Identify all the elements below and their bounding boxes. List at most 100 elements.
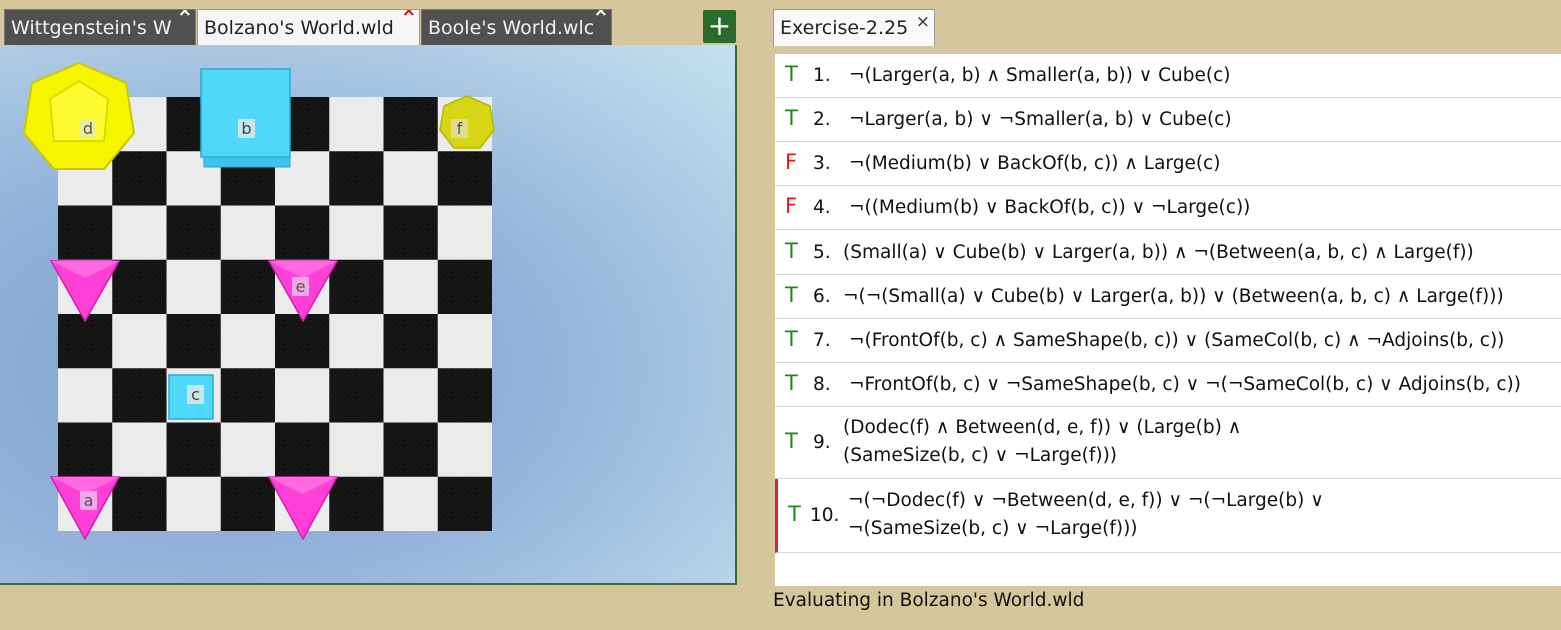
dodec-d[interactable]: d [22, 61, 136, 175]
board-square[interactable] [329, 97, 384, 152]
board-square[interactable] [166, 205, 222, 261]
cube-c[interactable]: c [168, 374, 216, 422]
sentence-row[interactable]: F 4. ¬((Medium(b) ∨ BackOf(b, c)) ∨ ¬Large… [775, 186, 1561, 230]
sentence-row[interactable]: T 2. ¬Larger(a, b) ∨ ¬Smaller(a, b) ∨ Cube… [775, 98, 1561, 142]
board-square[interactable] [383, 205, 439, 261]
board-square[interactable] [275, 368, 330, 423]
board-square[interactable] [275, 422, 330, 478]
sentence-text[interactable]: ¬Larger(a, b) ∨ ¬Smaller(a, b) ∨ Cube(c) [849, 109, 1232, 130]
board-square[interactable] [220, 205, 276, 261]
board-square[interactable] [329, 151, 384, 206]
tet-unlabeled-1[interactable] [50, 260, 120, 322]
truth-value-indicator: T [785, 371, 798, 395]
board-square[interactable] [275, 205, 330, 261]
board-square[interactable] [275, 314, 330, 369]
board-square[interactable] [166, 422, 222, 478]
object-label-b: b [241, 119, 251, 138]
board-square[interactable] [166, 259, 222, 315]
sentence-number: 1. [813, 65, 831, 86]
dodec-f[interactable]: f [438, 94, 496, 152]
object-label-d: d [83, 119, 93, 138]
tet-a[interactable]: a [50, 476, 120, 540]
board-square[interactable] [58, 368, 113, 423]
board-square[interactable] [383, 259, 439, 315]
board-square[interactable] [220, 368, 276, 423]
object-label-c: c [191, 385, 200, 404]
sentence-text[interactable]: ¬(SameSize(b, c) ∨ ¬Large(f))) [848, 518, 1138, 539]
sentence-text[interactable]: (Small(a) ∨ Cube(b) ∨ Larger(a, b)) ∧ ¬(… [843, 242, 1474, 263]
sentence-number: 9. [813, 432, 831, 453]
sentence-text[interactable]: (Dodec(f) ∧ Between(d, e, f)) ∨ (Large(b… [843, 417, 1241, 438]
sentence-row[interactable]: T 5. (Small(a) ∨ Cube(b) ∨ Larger(a, b)) ∧… [775, 230, 1561, 275]
board-square[interactable] [112, 368, 167, 423]
board-square[interactable] [329, 422, 384, 478]
board-square[interactable] [383, 422, 439, 478]
sentence-row[interactable]: T 7. ¬(FrontOf(b, c) ∧ SameShape(b, c)) ∨ … [775, 319, 1561, 363]
add-world-button[interactable]: + [703, 10, 736, 43]
board-square[interactable] [437, 314, 492, 369]
board-square[interactable] [112, 259, 167, 315]
truth-value-indicator: T [785, 283, 798, 307]
board-square[interactable] [437, 259, 492, 315]
board-square[interactable] [383, 314, 439, 369]
sentence-text[interactable]: ¬((Medium(b) ∨ BackOf(b, c)) ∨ ¬Large(c)… [849, 197, 1250, 218]
tab-wittgensteins-world[interactable]: Wittgenstein's W × [4, 9, 196, 45]
board-square[interactable] [383, 97, 439, 152]
board-square[interactable] [383, 368, 439, 423]
sentence-number: 8. [813, 374, 831, 395]
world-view[interactable]: d b f e c a [0, 45, 737, 585]
truth-value-indicator: T [785, 106, 798, 130]
tab-label: Wittgenstein's W [11, 17, 172, 39]
sentence-text[interactable]: (SameSize(b, c) ∨ ¬Large(f))) [843, 445, 1117, 466]
sentence-number: 3. [813, 153, 831, 174]
sentence-row[interactable]: T 6. ¬(¬(Small(a) ∨ Cube(b) ∨ Larger(a, b)… [775, 275, 1561, 319]
close-icon[interactable]: × [594, 10, 608, 21]
board-square[interactable] [383, 151, 439, 206]
board-square[interactable] [220, 422, 276, 478]
board-square[interactable] [58, 422, 113, 478]
board-square[interactable] [112, 314, 167, 369]
tet-unlabeled-2[interactable] [268, 476, 338, 540]
close-icon[interactable]: × [402, 10, 416, 21]
board-square[interactable] [220, 314, 276, 369]
board-square[interactable] [112, 422, 167, 478]
sentence-text[interactable]: ¬(FrontOf(b, c) ∧ SameShape(b, c)) ∨ (Sa… [849, 330, 1504, 351]
truth-value-indicator: T [785, 327, 798, 351]
world-tab-bar: Wittgenstein's W × Bolzano's World.wld ×… [0, 9, 740, 46]
board-square[interactable] [329, 314, 384, 369]
board-square[interactable] [437, 151, 492, 206]
board-square[interactable] [437, 476, 492, 531]
sentence-row[interactable]: T 10. ¬(¬Dodec(f) ∨ ¬Between(d, e, f)) ∨ ¬… [775, 479, 1561, 553]
cube-b[interactable]: b [200, 68, 292, 169]
sentence-text[interactable]: ¬(Larger(a, b) ∧ Smaller(a, b)) ∨ Cube(c… [849, 65, 1231, 86]
board-square[interactable] [58, 205, 113, 261]
truth-value-indicator: T [788, 502, 801, 526]
sentence-row[interactable]: T 1. ¬(Larger(a, b) ∧ Smaller(a, b)) ∨ Cub… [775, 54, 1561, 98]
sentence-text[interactable]: ¬(Medium(b) ∨ BackOf(b, c)) ∧ Large(c) [849, 153, 1220, 174]
status-bar: Evaluating in Bolzano's World.wld [773, 590, 1085, 611]
sentence-number: 7. [813, 330, 831, 351]
tab-exercise[interactable]: Exercise-2.25 × [773, 9, 935, 46]
board-square[interactable] [383, 476, 439, 531]
board-square[interactable] [437, 205, 492, 261]
sentence-row[interactable]: T 9. (Dodec(f) ∧ Between(d, e, f)) ∨ (Larg… [775, 407, 1561, 479]
tab-booles-world[interactable]: Boole's World.wlc × [421, 9, 612, 45]
tab-bolzanos-world[interactable]: Bolzano's World.wld × [197, 9, 420, 46]
board-square[interactable] [112, 205, 167, 261]
board-square[interactable] [437, 368, 492, 423]
board-square[interactable] [112, 476, 167, 531]
close-icon[interactable]: × [178, 10, 192, 21]
sentence-text[interactable]: ¬(¬(Small(a) ∨ Cube(b) ∨ Larger(a, b)) ∨… [843, 286, 1504, 307]
board-square[interactable] [329, 205, 384, 261]
board-square[interactable] [58, 314, 113, 369]
sentence-row[interactable]: F 3. ¬(Medium(b) ∨ BackOf(b, c)) ∧ Large(c… [775, 142, 1561, 186]
sentence-text[interactable]: ¬FrontOf(b, c) ∨ ¬SameShape(b, c) ∨ ¬(¬S… [849, 374, 1521, 395]
sentence-text[interactable]: ¬(¬Dodec(f) ∨ ¬Between(d, e, f)) ∨ ¬(¬La… [848, 490, 1324, 511]
sentence-row[interactable]: T 8. ¬FrontOf(b, c) ∨ ¬SameShape(b, c) ∨ ¬… [775, 363, 1561, 407]
board-square[interactable] [437, 422, 492, 478]
board-square[interactable] [166, 314, 222, 369]
board-square[interactable] [166, 476, 222, 531]
board-square[interactable] [329, 368, 384, 423]
close-icon[interactable]: × [916, 4, 930, 40]
tet-e[interactable]: e [268, 260, 338, 322]
